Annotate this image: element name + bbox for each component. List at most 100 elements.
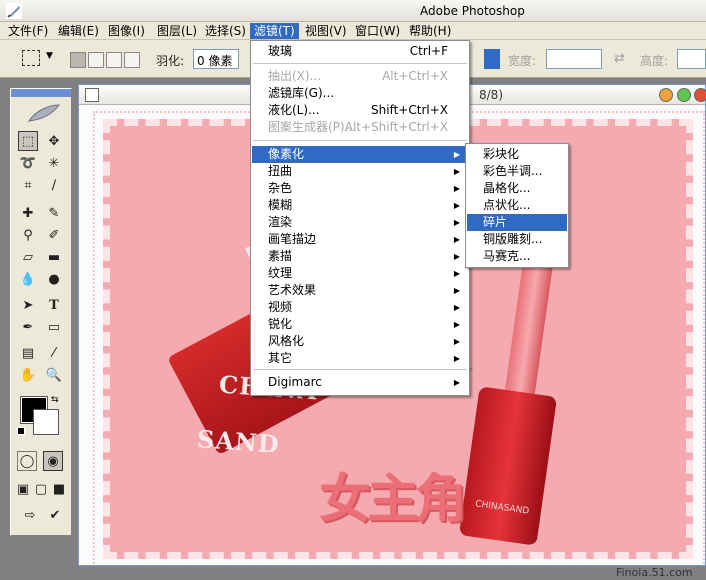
- filter-menu-dropdown: 玻璃 Ctrl+F 抽出(X)... Alt+Ctrl+X 滤镜库(G)... …: [250, 40, 470, 368]
- standard-screen-mode-icon[interactable]: ▣: [15, 479, 31, 499]
- submenu-arrow-icon: ▶: [453, 303, 460, 312]
- photoshop-feather-icon: [6, 3, 22, 19]
- submenu-arrow-icon: ▶: [453, 201, 460, 210]
- history-brush-tool-icon[interactable]: ✐: [44, 225, 64, 245]
- menu-edit[interactable]: 编辑(E): [54, 23, 103, 39]
- move-tool-icon[interactable]: ✥: [44, 131, 64, 151]
- add-to-selection-icon[interactable]: [88, 52, 104, 68]
- jump-to-imageready-icon[interactable]: ⇨: [17, 505, 43, 525]
- filter-stylize[interactable]: 风格化 ▶: [252, 333, 468, 350]
- zoom-tool-icon[interactable]: 🔍: [44, 365, 64, 385]
- feather-logo-icon: [27, 104, 61, 122]
- slice-tool-icon[interactable]: ∕: [44, 175, 64, 195]
- menu-file[interactable]: 文件(F): [4, 23, 52, 39]
- eraser-tool-icon[interactable]: ▱: [18, 247, 38, 267]
- style-dropdown-chevron-icon[interactable]: [484, 49, 500, 69]
- width-input[interactable]: [546, 49, 602, 69]
- filter-extract[interactable]: 抽出(X)... Alt+Ctrl+X: [252, 68, 468, 85]
- healing-brush-tool-icon[interactable]: ✚: [18, 203, 38, 223]
- filter-sharpen[interactable]: 锐化 ▶: [252, 316, 468, 333]
- background-color-swatch[interactable]: [33, 409, 59, 435]
- brand-text-line2: SAND: [196, 424, 281, 459]
- submenu-arrow-icon: ▶: [453, 235, 460, 244]
- submenu-arrow-icon: ▶: [453, 320, 460, 329]
- default-colors-icon[interactable]: [17, 427, 25, 435]
- filter-last-glass[interactable]: 玻璃 Ctrl+F: [252, 43, 468, 60]
- full-screen-menu-mode-icon[interactable]: ▢: [33, 479, 49, 499]
- pixelate-fragment[interactable]: 碎片: [467, 214, 567, 231]
- menu-view[interactable]: 视图(V): [301, 23, 351, 39]
- maximize-icon[interactable]: [677, 88, 691, 102]
- filter-artistic[interactable]: 艺术效果 ▶: [252, 282, 468, 299]
- pixelate-color-halftone[interactable]: 彩色半调...: [467, 163, 567, 180]
- menu-image[interactable]: 图像(I): [104, 23, 149, 39]
- brush-tool-icon[interactable]: ✎: [44, 203, 64, 223]
- submenu-arrow-icon: ▶: [453, 378, 460, 387]
- minimize-icon[interactable]: [659, 88, 673, 102]
- path-selection-tool-icon[interactable]: ➤: [18, 295, 38, 315]
- close-icon[interactable]: [694, 88, 706, 102]
- filter-sketch[interactable]: 素描 ▶: [252, 248, 468, 265]
- pixelate-mosaic[interactable]: 马赛克...: [467, 248, 567, 265]
- height-input[interactable]: [677, 49, 706, 69]
- pixelate-pointillize[interactable]: 点状化...: [467, 197, 567, 214]
- hand-tool-icon[interactable]: ✋: [18, 365, 38, 385]
- filter-brush-strokes[interactable]: 画笔描边 ▶: [252, 231, 468, 248]
- rectangle-shape-tool-icon[interactable]: ▭: [44, 317, 64, 337]
- blur-tool-icon[interactable]: 💧: [18, 269, 38, 289]
- swap-colors-icon[interactable]: ⇆: [51, 395, 59, 405]
- marquee-tool-preset-icon[interactable]: [22, 50, 40, 66]
- filter-render[interactable]: 渲染 ▶: [252, 214, 468, 231]
- pixelate-crystallize[interactable]: 晶格化...: [467, 180, 567, 197]
- pen-tool-icon[interactable]: ✒: [18, 317, 38, 337]
- full-screen-mode-icon[interactable]: ■: [51, 479, 67, 499]
- subtract-from-selection-icon[interactable]: [106, 52, 122, 68]
- menu-layer[interactable]: 图层(L): [153, 23, 201, 39]
- dodge-tool-icon[interactable]: ●: [44, 269, 64, 289]
- menu-window[interactable]: 窗口(W): [351, 23, 404, 39]
- filter-blur[interactable]: 模糊 ▶: [252, 197, 468, 214]
- menu-select[interactable]: 选择(S): [201, 23, 250, 39]
- pixelate-mezzotint[interactable]: 铜版雕刻...: [467, 231, 567, 248]
- menu-help[interactable]: 帮助(H): [405, 23, 455, 39]
- filter-liquify[interactable]: 液化(L)... Shift+Ctrl+X: [252, 102, 468, 119]
- pixelate-facet[interactable]: 彩块化: [467, 146, 567, 163]
- feather-input[interactable]: 0 像素: [193, 49, 239, 69]
- menu-filter[interactable]: 滤镜(T): [250, 23, 299, 39]
- submenu-arrow-icon: ▶: [453, 184, 460, 193]
- new-selection-icon[interactable]: [70, 52, 86, 68]
- filter-menu-dropdown-tail: Digimarc ▶: [250, 366, 470, 396]
- artwork-heading: 女主角: [319, 470, 467, 530]
- eyedropper-tool-icon[interactable]: ⁄: [44, 343, 64, 363]
- filter-texture[interactable]: 纹理 ▶: [252, 265, 468, 282]
- swap-dimensions-icon[interactable]: ⇄: [614, 51, 625, 66]
- gradient-tool-icon[interactable]: ▬: [44, 247, 64, 267]
- type-tool-icon[interactable]: T: [44, 295, 64, 315]
- edit-in-imageready-icon[interactable]: ✔: [45, 505, 65, 525]
- standard-mode-icon[interactable]: ◯: [17, 451, 37, 471]
- quick-mask-mode-icon[interactable]: ◉: [43, 451, 63, 471]
- menu-separator: [253, 140, 467, 141]
- tool-preset-chevron-icon[interactable]: ▼: [46, 51, 53, 61]
- filter-other[interactable]: 其它 ▶: [252, 350, 468, 367]
- toolbox-title-bar[interactable]: [11, 89, 71, 97]
- filter-video[interactable]: 视频 ▶: [252, 299, 468, 316]
- document-title: 8/8): [479, 88, 503, 102]
- crop-tool-icon[interactable]: ⌗: [18, 175, 38, 195]
- filter-noise[interactable]: 杂色 ▶: [252, 180, 468, 197]
- lasso-tool-icon[interactable]: ➰: [18, 153, 38, 173]
- filter-pixelate[interactable]: 像素化 ▶: [252, 146, 468, 163]
- filter-gallery[interactable]: 滤镜库(G)...: [252, 85, 468, 102]
- notes-tool-icon[interactable]: ▤: [18, 343, 38, 363]
- filter-pattern-maker[interactable]: 图案生成器(P)... Alt+Shift+Ctrl+X: [252, 119, 468, 136]
- clone-stamp-tool-icon[interactable]: ⚲: [18, 225, 38, 245]
- magic-wand-tool-icon[interactable]: ✳: [44, 153, 64, 173]
- filter-distort[interactable]: 扭曲 ▶: [252, 163, 468, 180]
- feather-label: 羽化:: [156, 54, 185, 68]
- filter-digimarc[interactable]: Digimarc ▶: [252, 374, 468, 391]
- menu-bar: 文件(F) 编辑(E) 图像(I) 图层(L) 选择(S) 滤镜(T) 视图(V…: [0, 22, 706, 40]
- pixelate-submenu: 彩块化 彩色半调... 晶格化... 点状化... 碎片 铜版雕刻... 马赛克…: [465, 143, 569, 268]
- rectangular-marquee-tool-icon[interactable]: ⬚: [18, 131, 38, 151]
- submenu-arrow-icon: ▶: [453, 337, 460, 346]
- intersect-selection-icon[interactable]: [124, 52, 140, 68]
